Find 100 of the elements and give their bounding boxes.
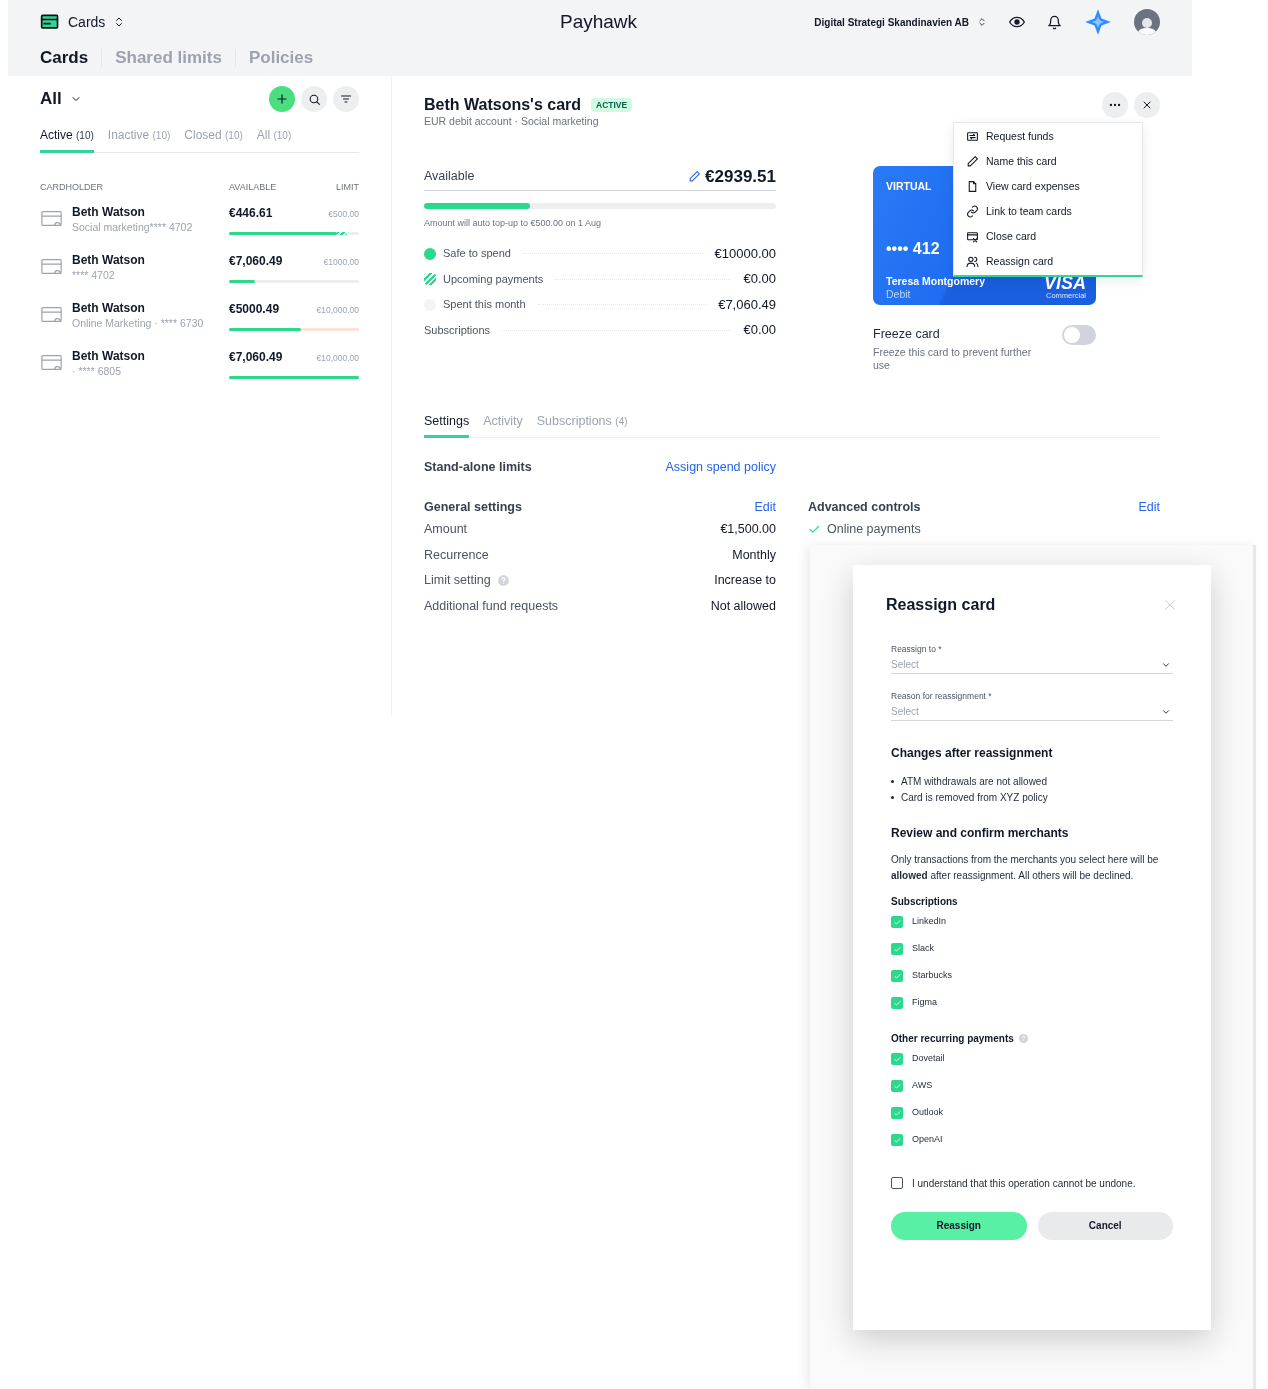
breakdown-label: Subscriptions [424,322,491,338]
menu-item[interactable]: Request funds [954,124,1142,149]
card-row[interactable]: Beth Watson **** 4702 €7,060.49 €1000.00 [40,251,359,291]
document-icon [966,180,979,193]
menu-item[interactable]: Link to team cards [954,199,1142,224]
status-tab[interactable]: Active (10) [40,126,94,153]
close-icon [1141,99,1153,111]
menu-item[interactable]: Close card [954,224,1142,249]
checkbox[interactable] [891,970,903,982]
merchant-checkbox[interactable]: Slack [891,935,1173,963]
card-number: •••• 412 [886,238,940,259]
column-header: CARDHOLDER [40,181,104,194]
section-heading: Review and confirm merchants [891,824,1070,842]
sparkle-icon [1084,8,1112,36]
group-heading: Subscriptions [891,894,958,909]
setting-label: Limit setting [424,572,491,590]
setting-value: Not allowed [710,597,776,615]
cardholder-name: Teresa Montgomery [886,274,985,287]
filter-dropdown[interactable]: All [40,86,82,112]
checkbox[interactable] [891,1134,903,1146]
checkbox[interactable] [891,997,903,1009]
status-badge: ACTIVE [591,97,633,113]
freeze-description: Freeze this card to prevent further use [873,345,1033,372]
setting-value: Monthly [732,546,776,564]
cancel-button[interactable]: Cancel [1037,1211,1173,1240]
check-icon [892,917,902,927]
cardholder-name: Beth Watson [72,251,146,268]
close-button[interactable] [1134,92,1160,118]
available-label: Available [424,168,475,186]
module-name: Cards [68,12,106,32]
visibility-button[interactable] [1009,14,1025,30]
bullet-icon [891,780,894,783]
detail-tab[interactable]: Settings [424,411,470,439]
merchant-checkbox[interactable]: Dovetail [891,1045,1173,1073]
more-button[interactable] [1102,92,1128,118]
freeze-toggle[interactable] [1062,324,1096,345]
group-heading: Other recurring payments [891,1031,1014,1046]
available-amount: €5000.49 [229,300,280,318]
merchant-checkbox[interactable]: Figma [891,989,1173,1017]
dialog-title: Reassign card [886,595,996,615]
available-balance: €2939.51 [705,165,776,188]
dialog-close-button[interactable] [1162,597,1178,613]
checkbox[interactable] [891,916,903,928]
checkbox[interactable] [891,1080,903,1092]
avatar[interactable] [1134,9,1160,35]
section-title: General settings [424,498,522,516]
menu-item[interactable]: View card expenses [954,174,1142,199]
menu-item[interactable]: Reassign card [954,249,1142,274]
filter-button[interactable] [333,86,359,112]
nav-tab[interactable]: Cards [40,45,89,71]
checkbox[interactable] [891,1053,903,1065]
assistant-button[interactable] [1084,8,1112,36]
checkbox[interactable] [891,1107,903,1119]
available-amount: €446.61 [229,204,273,222]
cardholder-name: Beth Watson [72,347,146,364]
card-row[interactable]: Beth Watson Online Marketing · **** 6730 €5000.49 €10,000.00 [40,299,359,339]
section-heading: Changes after reassignment [891,744,1054,762]
breakdown-label: Safe to spend [443,246,511,262]
cardholder-name: Beth Watson [72,203,146,220]
limit-amount: €500.00 [328,207,359,221]
menu-item[interactable]: Name this card [954,149,1142,174]
company-switcher[interactable]: Digital Strategi Skandinavien AB [814,14,987,30]
card-description: Online Marketing · **** 6730 [72,315,205,330]
merchant-checkbox[interactable]: Outlook [891,1099,1173,1127]
pencil-icon [688,170,702,183]
edit-link[interactable]: Edit [1138,497,1160,517]
check-icon [892,998,902,1008]
select-field[interactable]: Select [891,702,1173,721]
reassign-button[interactable]: Reassign [891,1211,1027,1240]
breakdown-label: Upcoming payments [443,271,544,287]
brand-name: Payhawk [560,9,638,34]
change-item: ATM withdrawals are not allowed [901,775,1047,789]
merchant-checkbox[interactable]: Starbucks [891,962,1173,990]
assign-policy-link[interactable]: Assign spend policy [665,458,776,477]
limit-amount: €1000.00 [323,255,359,269]
card-type: VIRTUAL [886,178,932,194]
breakdown-value: €10000.00 [714,244,776,263]
breakdown-value: €0.00 [743,270,776,289]
checkbox[interactable] [891,1177,903,1189]
select-field[interactable]: Select [891,655,1173,674]
search-icon [307,92,321,106]
merchant-checkbox[interactable]: AWS [891,1072,1173,1100]
merchant-checkbox[interactable]: OpenAI [891,1126,1173,1154]
module-switcher[interactable]: Cards [40,11,126,33]
confirm-checkbox[interactable]: I understand that this operation cannot be undone. [891,1175,1173,1191]
card-row[interactable]: Beth Watson Social marketing**** 4702 €446.61 €500.00 [40,203,359,243]
merchant-checkbox[interactable]: LinkedIn [891,908,1173,936]
check-icon [892,971,902,981]
bell-icon [1047,14,1062,30]
eye-icon [1009,14,1025,30]
notifications-button[interactable] [1047,14,1062,30]
search-button[interactable] [301,86,327,112]
change-item: Card is removed from XYZ policy [901,791,1048,805]
review-text: Only transactions from the merchants you select here will be allowed after reassignment. All others will be declined. [891,852,1160,883]
sort-icon [977,16,987,28]
add-button[interactable] [269,86,295,112]
checkbox[interactable] [891,943,903,955]
card-row[interactable]: Beth Watson · **** 6805 €7,060.49 €10,000.00 [40,347,359,387]
setting-value: Increase to [714,572,776,590]
edit-link[interactable]: Edit [754,497,776,517]
